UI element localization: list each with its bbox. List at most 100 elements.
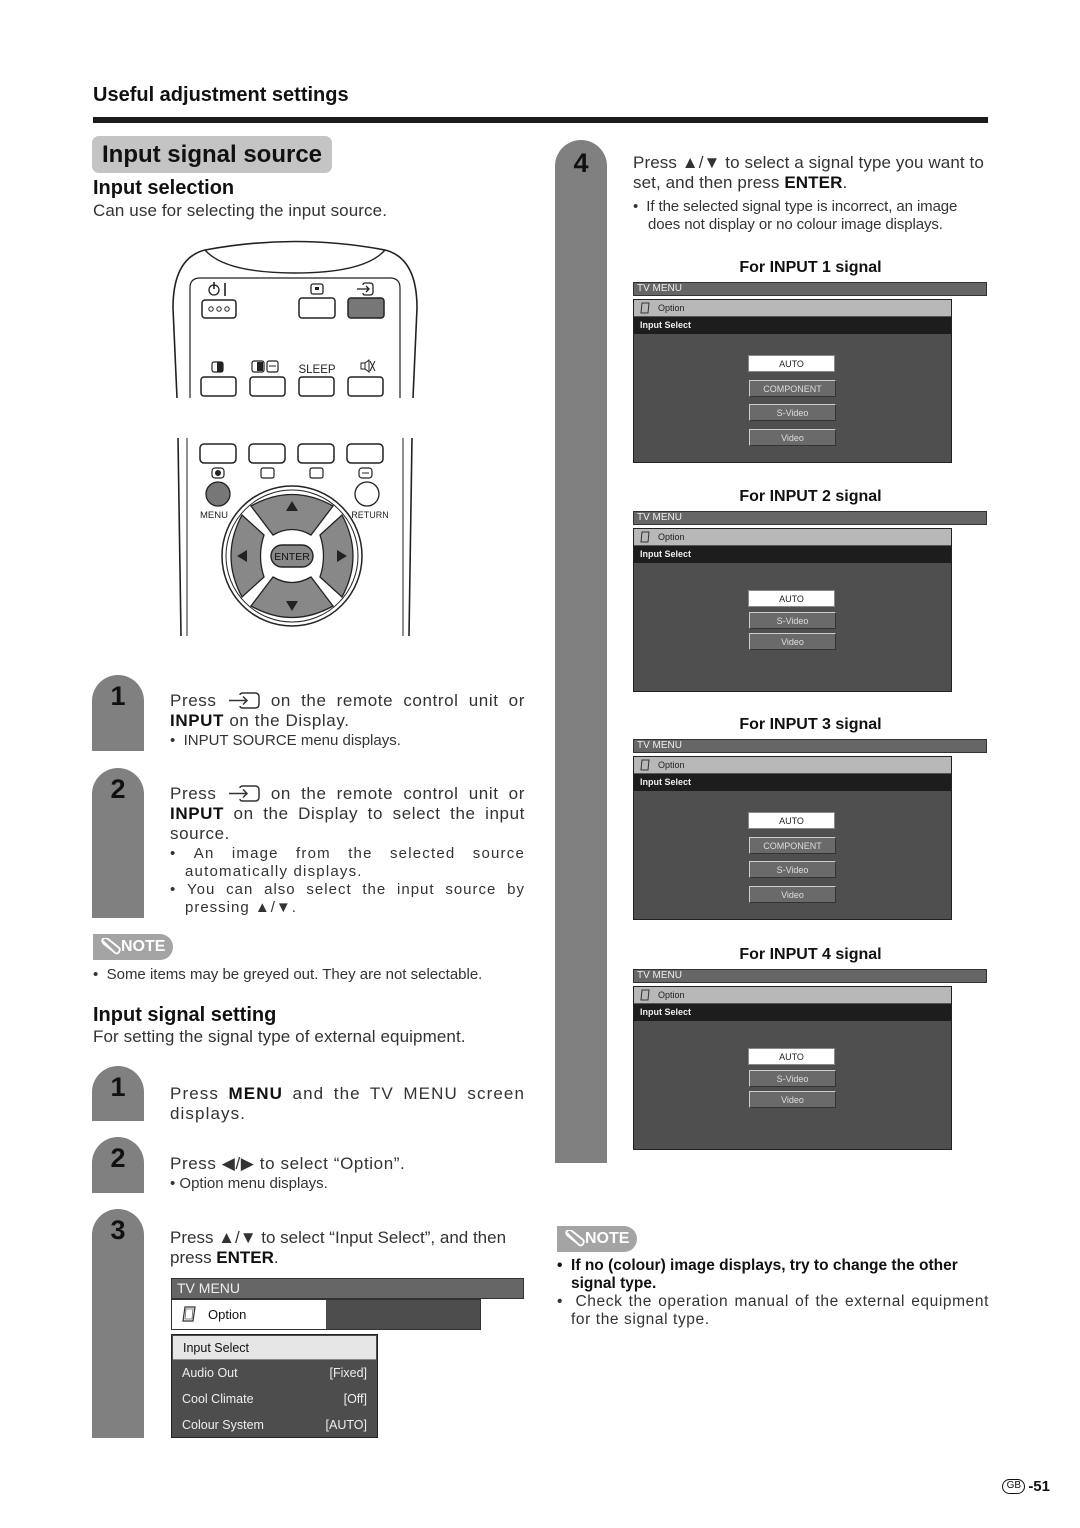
enter-label: ENTER (274, 551, 310, 563)
setting-step-2-content: Press ◀/▶ to select “Option”. • Option m… (170, 1154, 525, 1193)
step-4-tab: 4 (555, 140, 607, 1163)
note-2-bold-item: • If no (colour) image displays, try to … (557, 1257, 958, 1292)
sleep-label: SLEEP (298, 364, 335, 376)
note-item: • Some items may be greyed out. They are… (93, 966, 483, 983)
setting-step-1-tab: 1 (92, 1066, 144, 1121)
signal-option-button[interactable]: AUTO (748, 1048, 835, 1065)
option-icon (640, 531, 650, 543)
return-label: RETURN (351, 510, 389, 520)
note-badge: NOTE (93, 934, 173, 960)
return-button (354, 481, 380, 507)
input-select-header: Input Select (634, 1004, 951, 1021)
option-tab[interactable]: Option (634, 529, 951, 546)
input-button (347, 297, 385, 319)
note-2-content: • If no (colour) image displays, try to … (557, 1257, 989, 1329)
signal-option-button[interactable]: Video (749, 1091, 836, 1108)
input-select-header: Input Select (634, 317, 951, 334)
setting-step-3-tab: 3 (92, 1209, 144, 1438)
menu-button (205, 481, 231, 507)
setting-step-2-bullet: • Option menu displays. (170, 1175, 328, 1192)
option-icon (640, 759, 650, 771)
signal-option-button[interactable]: AUTO (748, 812, 835, 829)
step-2-bullet: • You can also select the input source b… (170, 881, 525, 916)
note-badge: NOTE (557, 1226, 637, 1252)
signal-option-button[interactable]: AUTO (748, 590, 835, 607)
input-select-panel: Option Input Select AUTO COMPONENT S-Video Vi… (633, 756, 952, 920)
setting-step-3-text: Press ▲/▼ to select “Input Select”, and … (170, 1228, 507, 1267)
tv-menu-bar: TV MENU (633, 739, 987, 753)
step-2-bullet: • An image from the selected source auto… (170, 845, 525, 880)
option-tab[interactable]: Option (634, 300, 951, 317)
option-icon (640, 302, 650, 314)
signal-option-button[interactable]: S-Video (749, 611, 836, 629)
signal-caption: For INPUT 4 signal (739, 946, 882, 963)
signal-option-button[interactable]: COMPONENT (749, 836, 836, 854)
menu-item-input-select[interactable]: Input Select (173, 1336, 376, 1360)
option-icon (640, 989, 650, 1001)
freeze-icon (251, 360, 279, 373)
option-tab[interactable]: Option (172, 1300, 326, 1329)
input-select-panel: Option Input Select AUTO S-Video Video (633, 528, 952, 692)
power-icon (208, 282, 226, 296)
input-signal-setting-description: For setting the signal type of external … (93, 1027, 466, 1046)
step-4-content: Press ▲/▼ to select a signal type you wa… (633, 153, 989, 234)
paperclip-icon (101, 938, 121, 955)
note-2-item: • Check the operation manual of the exte… (557, 1293, 989, 1328)
option-icon (182, 1306, 196, 1322)
input-selection-heading: Input selection (93, 177, 235, 199)
step-1-bullet: • INPUT SOURCE menu displays. (170, 732, 401, 749)
tv-menu-bar: TV MENU (633, 282, 987, 296)
step-1-text: Press on the remote control unit or INPU… (170, 691, 526, 730)
page-title: Input signal source (92, 136, 333, 173)
signal-option-button[interactable]: S-Video (749, 861, 836, 878)
step-1-tab: 1 (92, 675, 144, 751)
power-button (201, 299, 237, 319)
input-icon (228, 692, 260, 709)
input-selection-description: Can use for selecting the input source. (93, 201, 388, 220)
step-2-content: Press on the remote control unit or INPU… (170, 784, 525, 917)
region-badge: GB (1002, 1479, 1026, 1494)
input-select-header: Input Select (634, 546, 951, 563)
setting-step-2-tab: 2 (92, 1137, 144, 1193)
section-title: Useful adjustment settings (93, 84, 349, 106)
tv-menu-option-row: Option (171, 1299, 481, 1330)
tv-menu-bar: TV MENU (633, 511, 987, 525)
input-select-panel: Option Input Select AUTO COMPONENT S-Video Vi… (633, 299, 952, 463)
input-signal-setting-heading: Input signal setting (93, 1004, 277, 1026)
tv-menu-bar: TV MENU (171, 1278, 524, 1299)
step-4-bullet: • If the selected signal type is incorre… (633, 198, 958, 233)
step-4-text: Press ▲/▼ to select a signal type you wa… (633, 153, 984, 192)
step-2-tab: 2 (92, 768, 144, 918)
option-tab[interactable]: Option (634, 987, 951, 1004)
input-icon (357, 282, 374, 296)
menu-item-colour-system[interactable]: Colour System [AUTO] (172, 1412, 377, 1438)
remote-control-illustration: SLEEP MENU RETURN ENTER (172, 240, 418, 637)
signal-option-button[interactable]: AUTO (748, 355, 835, 372)
signal-option-button[interactable]: Video (749, 633, 836, 650)
signal-option-button[interactable]: COMPONENT (749, 379, 836, 397)
signal-option-button[interactable]: Video (749, 885, 836, 903)
display-button (298, 297, 336, 319)
signal-caption: For INPUT 1 signal (739, 259, 882, 276)
header-rule (93, 117, 988, 123)
option-tab[interactable]: Option (634, 757, 951, 774)
setting-step-1-text: Press MENU and the TV MENU screen displa… (170, 1084, 526, 1123)
signal-caption: For INPUT 2 signal (739, 488, 882, 505)
option-tab-empty (326, 1300, 480, 1329)
paperclip-icon (565, 1230, 585, 1247)
menu-label: MENU (200, 510, 228, 521)
option-menu-list: Input Select Audio Out [Fixed] Cool Clima… (171, 1334, 378, 1438)
signal-option-button[interactable]: S-Video (749, 404, 836, 421)
tv-menu-bar: TV MENU (633, 969, 987, 983)
menu-item-cool-climate[interactable]: Cool Climate [Off] (172, 1386, 377, 1412)
signal-option-button[interactable]: S-Video (749, 1069, 836, 1087)
signal-option-button[interactable]: Video (749, 428, 836, 446)
step-2-text: Press on the remote control unit or INPU… (170, 784, 526, 843)
setting-step-2-text: Press ◀/▶ to select “Option”. (170, 1154, 406, 1173)
input-select-header: Input Select (634, 774, 951, 791)
page-number: GB -51 (1002, 1478, 1050, 1495)
input-icon (228, 785, 260, 802)
step-1-content: Press on the remote control unit or INPU… (170, 691, 525, 750)
menu-item-audio-out[interactable]: Audio Out [Fixed] (172, 1360, 377, 1386)
picture-mode-icon (211, 361, 224, 373)
